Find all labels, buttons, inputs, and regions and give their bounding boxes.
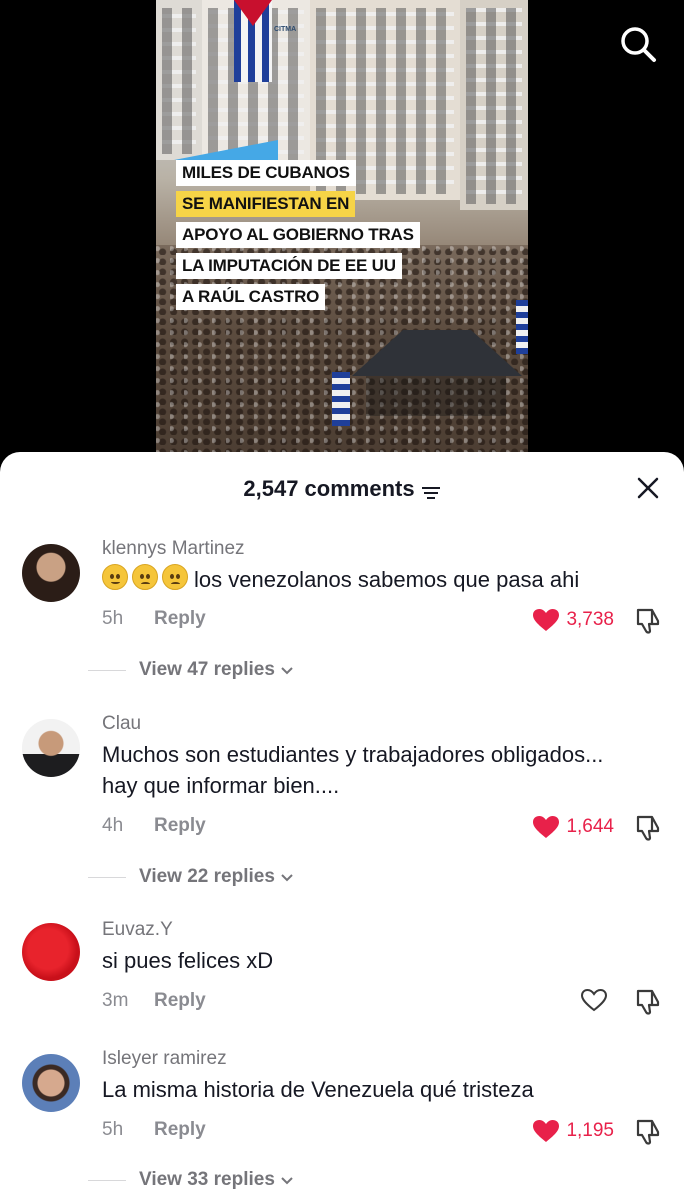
comment-text: los venezolanos sabemos que pasa ahi: [102, 564, 642, 595]
comment-time: 3m: [102, 990, 129, 1011]
tent-shadow: [366, 376, 506, 416]
comment-meta: 4h Reply: [102, 815, 206, 837]
comment-time: 4h: [102, 815, 124, 836]
pensive-face-icon: [132, 564, 158, 590]
reply-button[interactable]: Reply: [154, 1119, 206, 1141]
view-replies-label: View 47 replies: [139, 659, 275, 680]
view-replies-button[interactable]: View 33 replies: [88, 1169, 295, 1191]
comment-text: Muchos son estudiantes y trabajadores ob…: [102, 742, 604, 798]
crowd-flag: [332, 372, 350, 426]
view-replies-label: View 33 replies: [139, 1169, 275, 1190]
close-icon[interactable]: [636, 476, 660, 500]
pleading-face-icon: [162, 564, 188, 590]
view-replies-button[interactable]: View 22 replies: [88, 866, 295, 888]
avatar[interactable]: [22, 923, 80, 981]
comment-username[interactable]: Euvaz.Y: [102, 919, 173, 941]
comment-text: si pues felices xD: [102, 948, 274, 973]
comments-header: 2,547 comments: [0, 452, 684, 524]
like-button[interactable]: [580, 987, 614, 1013]
avatar[interactable]: [22, 719, 80, 777]
worried-face-icon: [102, 564, 128, 590]
heart-filled-icon: [533, 1120, 560, 1142]
dislike-icon[interactable]: [634, 814, 662, 842]
crowd-flag: [516, 300, 528, 354]
building: [460, 0, 528, 210]
heart-outline-icon: [580, 988, 608, 1012]
dislike-icon[interactable]: [634, 1118, 662, 1146]
video-player[interactable]: CITMA MILES DE CUBANOS SE MANIFIESTAN EN…: [0, 0, 684, 470]
view-replies-button[interactable]: View 47 replies: [88, 659, 295, 681]
like-button[interactable]: 1,195: [532, 1119, 614, 1143]
building-sign: CITMA: [274, 26, 297, 33]
comment-time: 5h: [102, 1119, 124, 1140]
search-icon[interactable]: [618, 24, 658, 64]
comment-username[interactable]: Isleyer ramirez: [102, 1048, 227, 1070]
like-count: 1,195: [566, 1120, 614, 1141]
headline-line-highlight: SE MANIFIESTAN EN: [176, 191, 356, 217]
heart-filled-icon: [533, 609, 560, 631]
like-button[interactable]: 3,738: [532, 608, 614, 632]
headline-line: A RAÚL CASTRO: [176, 284, 326, 310]
headline-line: MILES DE CUBANOS: [176, 160, 356, 186]
chevron-down-icon: [281, 874, 293, 882]
replies-divider: [88, 876, 126, 878]
replies-divider: [88, 669, 126, 671]
like-button[interactable]: 1,644: [532, 815, 614, 839]
emoji-group: [102, 564, 188, 590]
replies-divider: [88, 1179, 126, 1181]
comment-meta: 5h Reply: [102, 608, 206, 630]
comment-time: 5h: [102, 608, 124, 629]
chevron-down-icon: [281, 1177, 293, 1185]
building: [156, 0, 202, 160]
video-headline: MILES DE CUBANOS SE MANIFIESTAN EN APOYO…: [176, 160, 420, 315]
chevron-down-icon: [281, 667, 293, 675]
comment-meta: 5h Reply: [102, 1119, 206, 1141]
comment-username[interactable]: Clau: [102, 713, 141, 735]
sort-filter-icon[interactable]: [421, 481, 441, 499]
avatar[interactable]: [22, 1054, 80, 1112]
dislike-icon[interactable]: [634, 607, 662, 635]
comment-username[interactable]: klennys Martinez: [102, 538, 245, 560]
like-count: 1,644: [566, 816, 614, 837]
reply-button[interactable]: Reply: [154, 608, 206, 630]
headline-line: LA IMPUTACIÓN DE EE UU: [176, 253, 402, 279]
reply-button[interactable]: Reply: [154, 990, 206, 1012]
comment-text-body: los venezolanos sabemos que pasa ahi: [194, 567, 580, 592]
dislike-icon[interactable]: [634, 988, 662, 1016]
comment-text: La misma historia de Venezuela qué trist…: [102, 1077, 534, 1102]
comments-sheet: 2,547 comments klennys Martinez los vene…: [0, 452, 684, 1200]
view-replies-label: View 22 replies: [139, 866, 275, 887]
headline-line: APOYO AL GOBIERNO TRAS: [176, 222, 420, 248]
comment-count: 2,547 comments: [0, 476, 684, 502]
avatar[interactable]: [22, 544, 80, 602]
like-count: 3,738: [566, 609, 614, 630]
comment-count-label: 2,547 comments: [243, 476, 415, 501]
heart-filled-icon: [533, 816, 560, 838]
comment-meta: 3m Reply: [102, 990, 206, 1012]
video-frame: CITMA MILES DE CUBANOS SE MANIFIESTAN EN…: [156, 0, 528, 470]
reply-button[interactable]: Reply: [154, 815, 206, 837]
